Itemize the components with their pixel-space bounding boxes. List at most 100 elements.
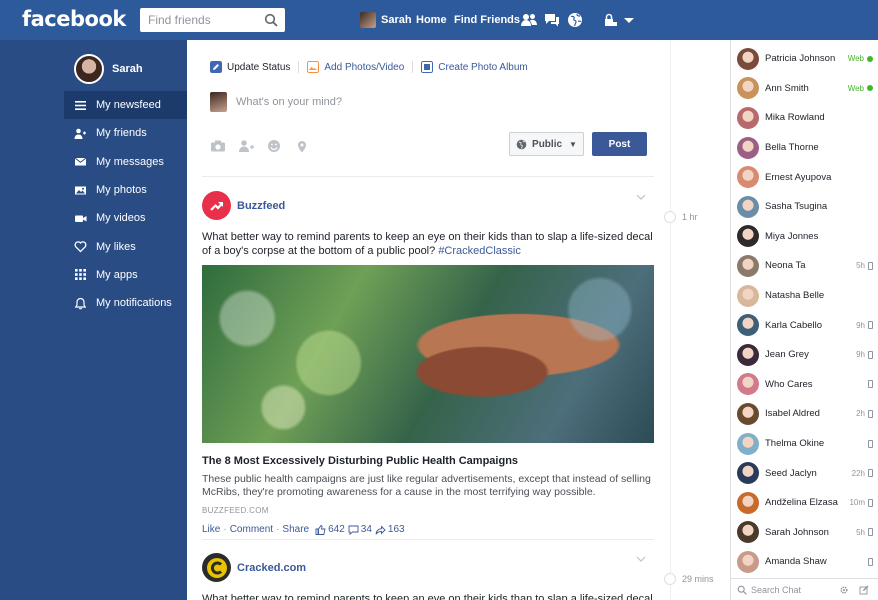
tab-divider	[412, 61, 414, 73]
cracked-logo-icon[interactable]	[202, 553, 231, 582]
thumbs-up-icon	[315, 524, 326, 535]
new-message-icon[interactable]	[859, 585, 869, 595]
contact-status: 9h	[856, 350, 873, 359]
chat-contact-row[interactable]: Ernest Ayupova	[731, 162, 878, 192]
chat-contact-row[interactable]: Who Cares	[731, 370, 878, 400]
chat-contact-row[interactable]: Patricia Johnson Web	[731, 44, 878, 74]
search-input[interactable]	[140, 8, 258, 32]
mobile-phone-icon	[868, 439, 873, 448]
privacy-selector[interactable]: Public ▼	[509, 132, 584, 156]
post-author[interactable]: Cracked.com	[237, 562, 306, 574]
chat-contact-row[interactable]: Ann Smith Web	[731, 74, 878, 104]
contact-name: Who Cares	[765, 378, 813, 390]
chat-contact-row[interactable]: Natasha Belle	[731, 281, 878, 311]
cracked-c-icon	[206, 557, 227, 578]
comments-count[interactable]: 34	[348, 524, 372, 535]
sidebar-item-apps[interactable]: My apps	[64, 261, 187, 289]
friend-requests-icon[interactable]	[520, 11, 538, 29]
sidebar-item-photos[interactable]: My photos	[64, 176, 187, 204]
account-dropdown-icon[interactable]	[620, 11, 638, 29]
trending-arrow-icon	[209, 201, 223, 211]
chat-contact-row[interactable]: Bella Thorne	[731, 133, 878, 163]
notifications-globe-icon[interactable]	[566, 11, 584, 29]
pencil-icon	[210, 61, 222, 73]
post-hashtag[interactable]: #CrackedClassic	[438, 245, 521, 257]
tag-friends-icon[interactable]	[238, 139, 254, 153]
sidebar-item-friends[interactable]: My friends	[64, 119, 187, 147]
chat-contact-row[interactable]: Neona Ta 5h	[731, 251, 878, 281]
like-link[interactable]: Like	[202, 524, 220, 535]
gear-icon[interactable]	[839, 585, 849, 595]
post-text: What better way to remind parents to kee…	[202, 593, 653, 600]
search-icon[interactable]	[264, 13, 278, 27]
chat-contact-row[interactable]: Miya Jonnes	[731, 222, 878, 252]
mobile-phone-icon	[868, 528, 873, 537]
chat-contact-row[interactable]: Thelma Okine	[731, 429, 878, 459]
avatar	[737, 402, 759, 425]
tab-divider	[298, 61, 300, 73]
caret-down-icon: ▼	[569, 139, 577, 149]
mobile-phone-icon	[868, 498, 873, 507]
update-status-tab[interactable]: Update Status	[210, 61, 300, 73]
status-text: Web	[847, 54, 864, 64]
profile-name: Sarah	[112, 63, 143, 75]
chat-contact-row[interactable]: Karla Cabello 9h	[731, 310, 878, 340]
chat-search-input[interactable]	[751, 584, 833, 595]
sidebar-item-newsfeed[interactable]: My newsfeed	[64, 91, 187, 120]
comment-link[interactable]: Comment	[230, 524, 273, 535]
heart-icon	[74, 241, 87, 253]
status-text: 5h	[856, 527, 865, 537]
messages-icon[interactable]	[543, 11, 561, 29]
chat-contact-row[interactable]: Amanda Shaw	[731, 547, 878, 577]
comment-bubble-icon	[348, 525, 359, 535]
sidebar-item-likes[interactable]: My likes	[64, 232, 187, 260]
avatar	[737, 284, 759, 307]
link-title[interactable]: The 8 Most Excessively Disturbing Public…	[202, 455, 654, 467]
contact-name: Amanda Shaw	[765, 556, 827, 568]
contact-status: 22h	[852, 469, 873, 478]
news-feed: Update Status Add Photos/Video Create Ph…	[187, 40, 670, 600]
location-pin-icon[interactable]	[294, 139, 310, 153]
chat-contact-row[interactable]: Sasha Tsugina	[731, 192, 878, 222]
add-photos-video-tab[interactable]: Add Photos/Video	[307, 61, 414, 73]
find-friends-link[interactable]: Find Friends	[454, 14, 520, 26]
tab-label: Update Status	[227, 61, 291, 73]
privacy-lock-icon[interactable]	[602, 11, 620, 29]
contact-name: Patricia Johnson	[765, 53, 836, 65]
chevron-down-icon[interactable]	[636, 193, 646, 201]
chat-contact-row[interactable]: Sarah Johnson 5h	[731, 518, 878, 548]
mobile-phone-icon	[868, 321, 873, 330]
chat-contact-row[interactable]: Jean Grey 9h	[731, 340, 878, 370]
buzzfeed-logo-icon[interactable]	[202, 191, 231, 220]
chat-contact-row[interactable]: Seed Jaclyn 22h	[731, 458, 878, 488]
chat-contact-row[interactable]: Isabel Aldred 2h	[731, 399, 878, 429]
avatar	[74, 54, 104, 84]
chevron-down-icon[interactable]	[636, 555, 646, 563]
sidebar-profile[interactable]: Sarah	[74, 54, 143, 84]
contact-status: Web	[848, 54, 873, 63]
mobile-phone-icon	[868, 261, 873, 270]
avatar	[737, 254, 759, 277]
home-link[interactable]: Home	[416, 14, 447, 26]
chat-contact-row[interactable]: Andželina Elzasa 10m	[731, 488, 878, 518]
post-author[interactable]: Buzzfeed	[237, 200, 285, 212]
post-image[interactable]	[202, 265, 654, 443]
likes-count[interactable]: 642	[315, 524, 345, 535]
create-photo-album-tab[interactable]: Create Photo Album	[421, 61, 528, 73]
sidebar-item-notifications[interactable]: My notifications	[64, 289, 187, 317]
facebook-logo[interactable]: facebook	[22, 7, 126, 31]
contact-name: Jean Grey	[765, 349, 809, 361]
mobile-phone-icon	[868, 557, 873, 566]
status-input[interactable]	[236, 96, 536, 108]
nav-profile-link[interactable]: Sarah	[360, 12, 412, 28]
shares-count[interactable]: 163	[375, 524, 405, 535]
chat-contact-row[interactable]: Mika Rowland	[731, 103, 878, 133]
feeling-smiley-icon[interactable]	[266, 139, 282, 153]
sidebar-item-messages[interactable]: My messages	[64, 148, 187, 176]
sidebar-item-videos[interactable]: My videos	[64, 204, 187, 232]
timeline-marker	[664, 573, 676, 585]
camera-icon[interactable]	[210, 139, 226, 153]
contact-status: Web	[848, 84, 873, 93]
share-link[interactable]: Share	[282, 524, 309, 535]
post-button[interactable]: Post	[592, 132, 647, 156]
